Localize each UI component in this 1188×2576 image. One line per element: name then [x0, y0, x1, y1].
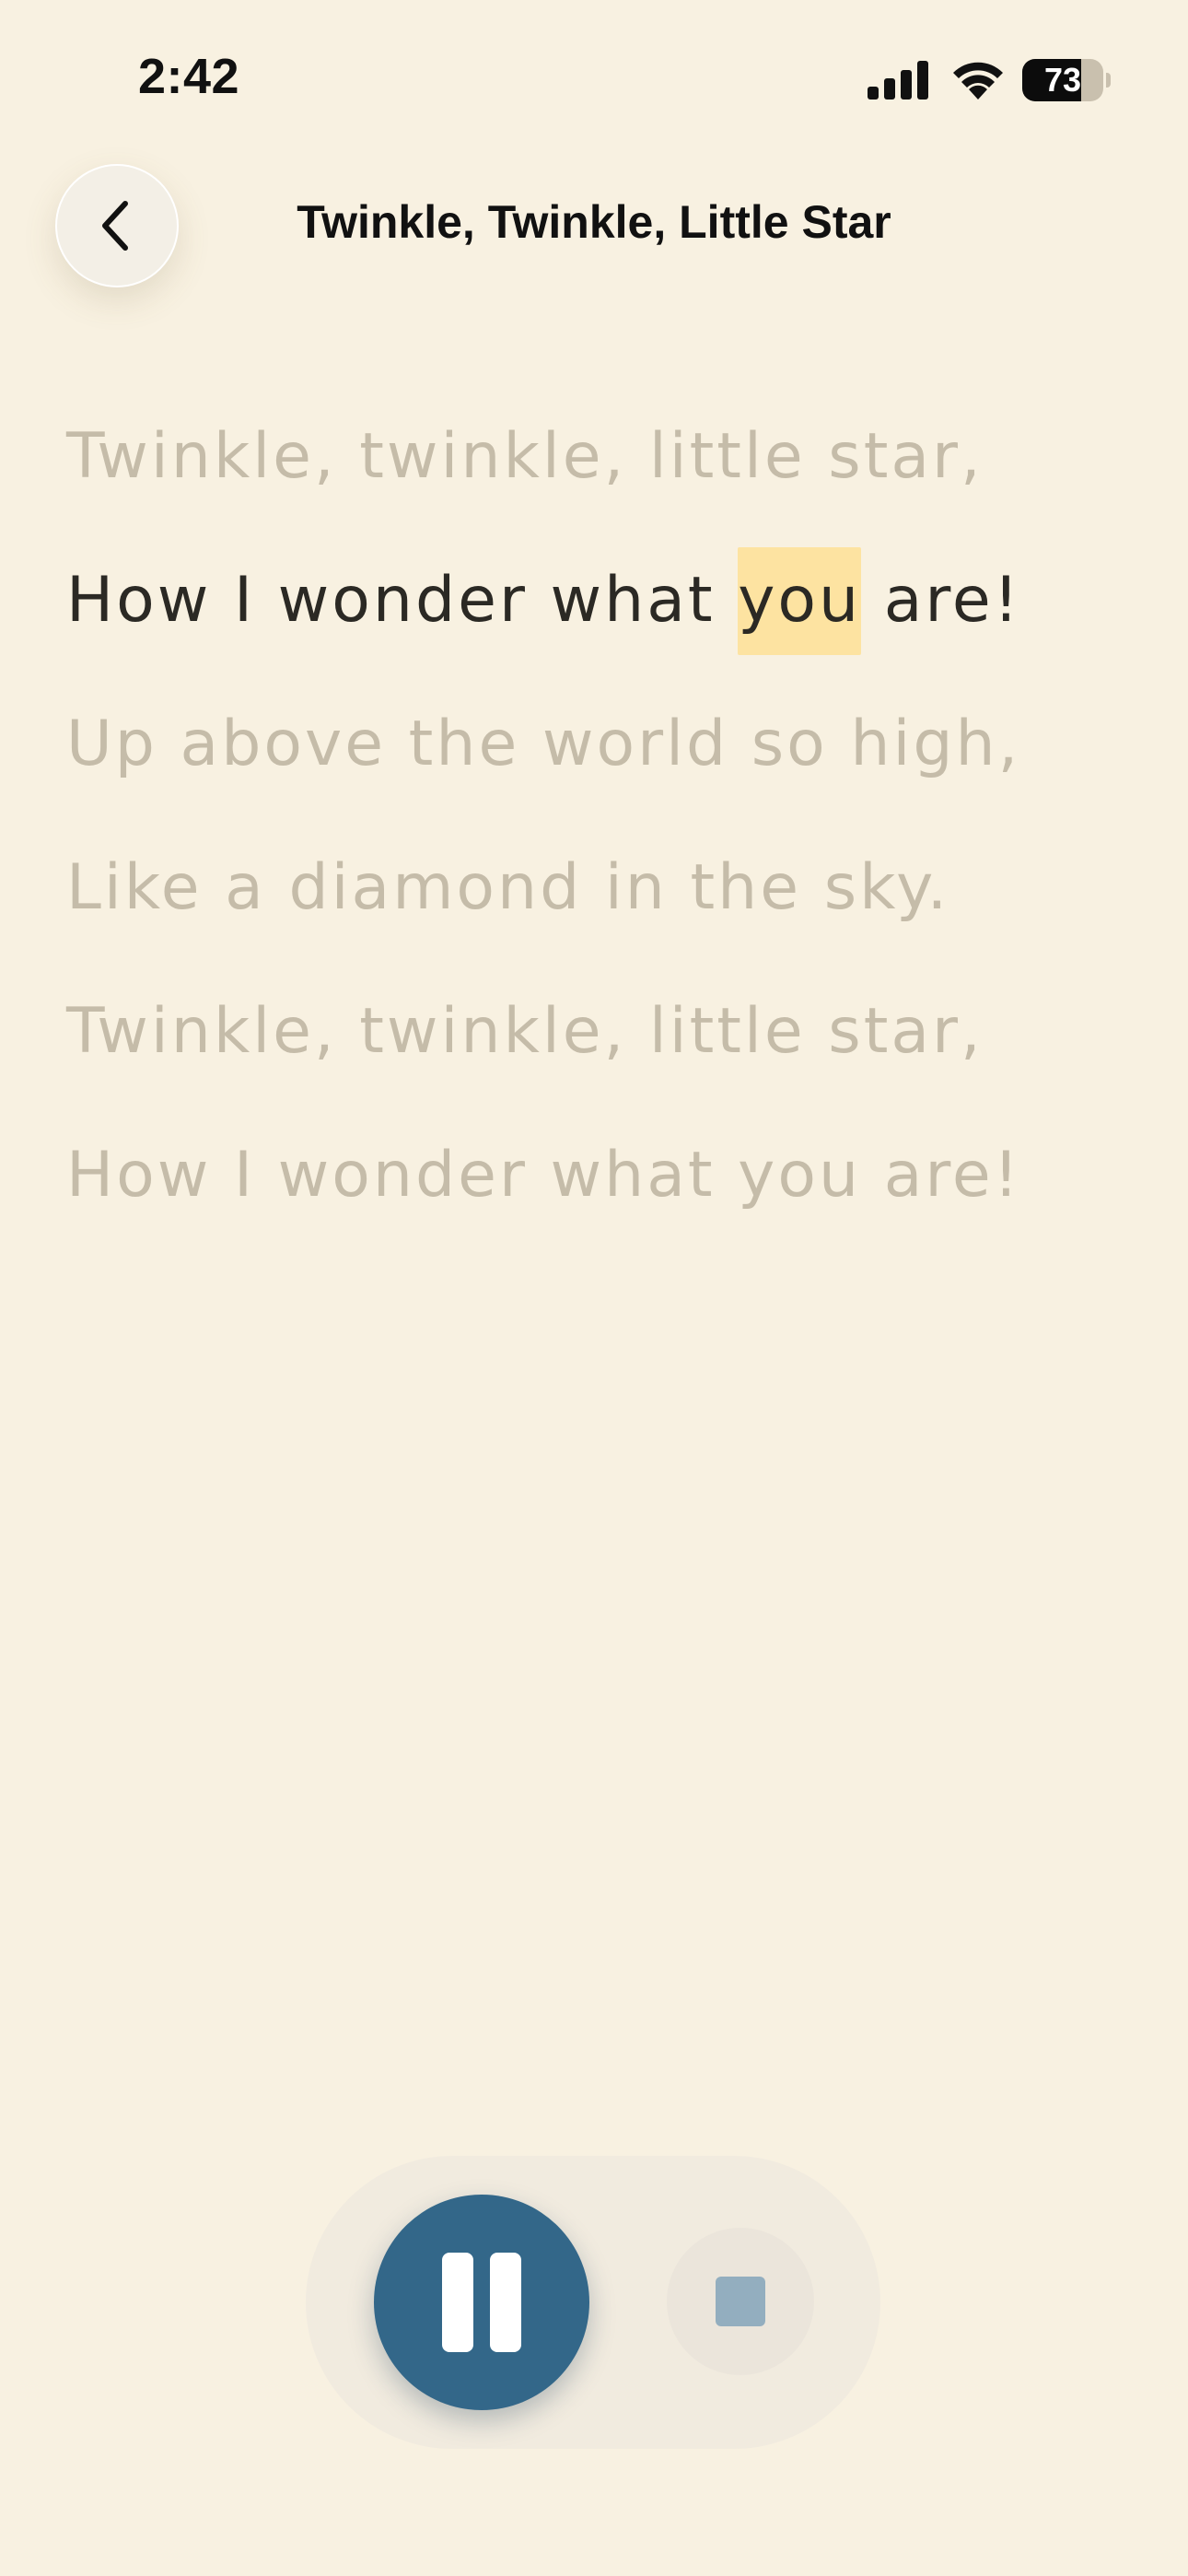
pause-button[interactable] — [374, 2195, 589, 2410]
wifi-icon — [953, 62, 1003, 100]
status-bar: 2:42 73 — [0, 0, 1188, 157]
lyric-line: Up above the world so high, — [66, 708, 1021, 780]
cellular-signal-icon — [868, 61, 928, 100]
highlighted-word: you — [738, 547, 862, 655]
pause-icon-bar — [490, 2253, 521, 2352]
stop-icon — [716, 2277, 765, 2326]
lyric-text-after: are! — [861, 564, 1021, 637]
chevron-left-icon — [102, 201, 128, 251]
battery-percent: 73 — [1043, 61, 1082, 99]
back-button[interactable] — [55, 164, 179, 287]
lyric-line: Twinkle, twinkle, little star, — [66, 420, 984, 493]
stop-button[interactable] — [667, 2228, 814, 2375]
lyric-line: How I wonder what you are! — [66, 1139, 1021, 1212]
page-title: Twinkle, Twinkle, Little Star — [297, 196, 891, 248]
lyric-line-active: How I wonder what you are! — [66, 529, 1153, 673]
status-time: 2:42 — [138, 49, 240, 104]
lyric-text-before: How I wonder what — [66, 564, 739, 637]
lyric-line: Twinkle, twinkle, little star, — [66, 995, 984, 1068]
lyric-line: Like a diamond in the sky. — [66, 851, 950, 924]
battery-icon: 73 — [1022, 59, 1111, 101]
pause-icon — [442, 2253, 473, 2352]
lyrics-panel: Twinkle, twinkle, little star, How I won… — [66, 385, 1153, 1247]
